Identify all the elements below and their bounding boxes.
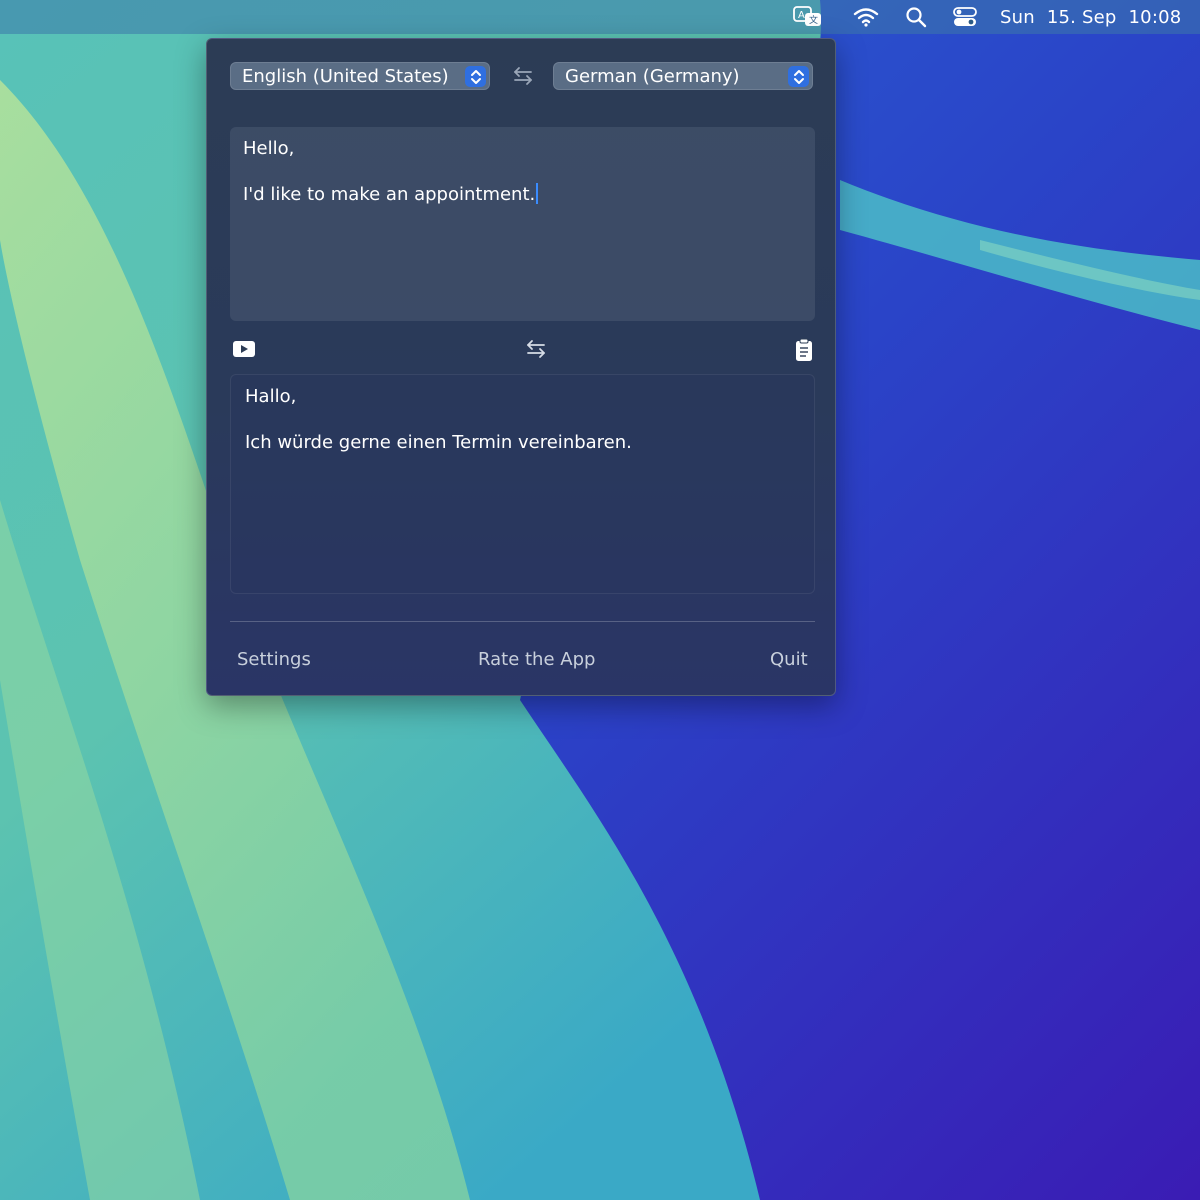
chevron-up-down-icon [465,66,486,87]
source-language-select[interactable]: English (United States) [230,62,490,90]
settings-button[interactable]: Settings [237,649,311,670]
source-text-input[interactable]: Hello, I'd like to make an appointment. [230,127,815,321]
text-caret [536,183,539,204]
clock-date: 15. Sep [1046,6,1117,28]
menu-bar: A 文 Sun 15. Sep 10:08 [0,0,1200,34]
play-icon [233,341,255,357]
target-language-select[interactable]: German (Germany) [553,62,813,90]
footer-divider [230,621,815,622]
translated-text-line: Hallo, [245,386,297,407]
swap-icon [527,340,545,358]
copy-button[interactable] [791,336,817,364]
search-icon[interactable] [902,0,930,34]
translated-text-output[interactable]: Hallo, Ich würde gerne einen Termin vere… [230,374,815,594]
swap-languages-button[interactable] [511,63,535,89]
source-text-line: Hello, [243,138,295,159]
swap-texts-button[interactable] [523,335,549,363]
speak-button[interactable] [231,337,257,361]
clock-day: Sun [1000,6,1035,28]
svg-text:A: A [798,10,805,21]
rate-app-button[interactable]: Rate the App [478,649,595,670]
control-center-icon[interactable] [950,0,980,34]
swap-icon [514,67,532,85]
quit-button[interactable]: Quit [770,649,808,670]
menu-bar-clock[interactable]: Sun 15. Sep 10:08 [1000,0,1181,34]
source-text-line: I'd like to make an appointment. [243,184,536,205]
translated-text-line: Ich würde gerne einen Termin vereinbaren… [245,432,632,453]
clipboard-icon [796,338,812,361]
svg-text:文: 文 [809,14,818,26]
target-language-label: German (Germany) [565,65,740,87]
source-language-label: English (United States) [242,65,449,87]
source-text-line-with-caret: I'd like to make an appointment. [243,183,802,206]
clock-time: 10:08 [1128,6,1182,28]
translate-icon[interactable]: A 文 [790,0,826,34]
chevron-up-down-icon [788,66,809,87]
wifi-icon[interactable] [850,0,882,34]
translator-popover: English (United States) German (Germany)… [206,38,836,696]
